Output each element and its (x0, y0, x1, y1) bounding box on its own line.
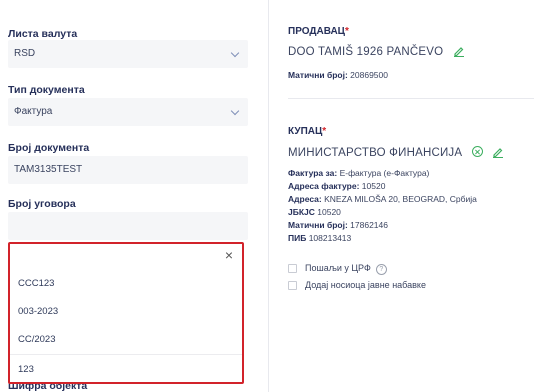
pencil-icon[interactable] (492, 146, 504, 158)
currency-select[interactable]: RSD (8, 40, 248, 68)
send-crf-label: Пошаљи у ЦРФ? (305, 263, 387, 275)
close-icon[interactable]: × (222, 248, 236, 262)
dropdown-option[interactable]: 003-2023 (18, 306, 58, 317)
dropdown-option[interactable]: CC/2023 (18, 334, 56, 345)
contract-input[interactable] (8, 212, 248, 240)
buyer-title: КУПАЦ* (288, 126, 327, 137)
doc-number-label: Број документа (8, 142, 90, 154)
parties-panel: ПРОДАВАЦ* DOO TAMIŠ 1926 PANČEVO Матични… (288, 0, 534, 392)
contract-dropdown: × CCC123 003-2023 CC/2023 123 (8, 242, 244, 384)
add-holder-checkbox[interactable] (288, 281, 297, 290)
dropdown-search-value[interactable]: 123 (18, 364, 34, 375)
doc-type-label: Тип документа (8, 84, 85, 96)
currency-label: Листа валута (8, 28, 78, 40)
buyer-pib: ПИБ 108213413 (288, 233, 352, 243)
seller-name: DOO TAMIŠ 1926 PANČEVO (288, 45, 465, 58)
doc-number-value: TAM3135TEST (14, 164, 83, 175)
currency-value: RSD (14, 48, 36, 59)
seller-title: ПРОДАВАЦ* (288, 26, 349, 37)
help-icon[interactable]: ? (375, 264, 387, 275)
buyer-name: МИНИСТАРСТВО ФИНАНСИЈА (288, 146, 504, 159)
section-divider (288, 98, 534, 99)
dropdown-option[interactable]: CCC123 (18, 278, 54, 289)
seller-id: Матични број: 20869500 (288, 70, 388, 80)
buyer-id: Матични број: 17862146 (288, 220, 388, 230)
pencil-icon[interactable] (453, 45, 465, 57)
buyer-invoice-address: Адреса фактуре: 10520 (288, 181, 386, 191)
dropdown-divider (10, 354, 242, 355)
document-form: Листа валута RSD Тип документа Фактура Б… (8, 0, 248, 392)
buyer-jbkjs: ЈБКЈС 10520 (288, 207, 341, 217)
doc-type-select[interactable]: Фактура (8, 98, 248, 126)
chevron-down-icon (230, 106, 240, 116)
buyer-invoice-for: Фактура за: Е-фактура (е-Фактура) (288, 168, 430, 178)
column-divider (268, 0, 269, 392)
chevron-down-icon (230, 48, 240, 58)
doc-number-input[interactable]: TAM3135TEST (8, 156, 248, 184)
send-crf-checkbox[interactable] (288, 264, 297, 273)
add-holder-label: Додај носиоца јавне набавке (305, 280, 426, 290)
doc-type-value: Фактура (14, 106, 53, 117)
contract-label: Број уговора (8, 198, 76, 210)
remove-icon[interactable] (471, 146, 483, 157)
buyer-address: Адреса: KNEZA MILOŠA 20, BEOGRAD, Србија (288, 194, 477, 204)
